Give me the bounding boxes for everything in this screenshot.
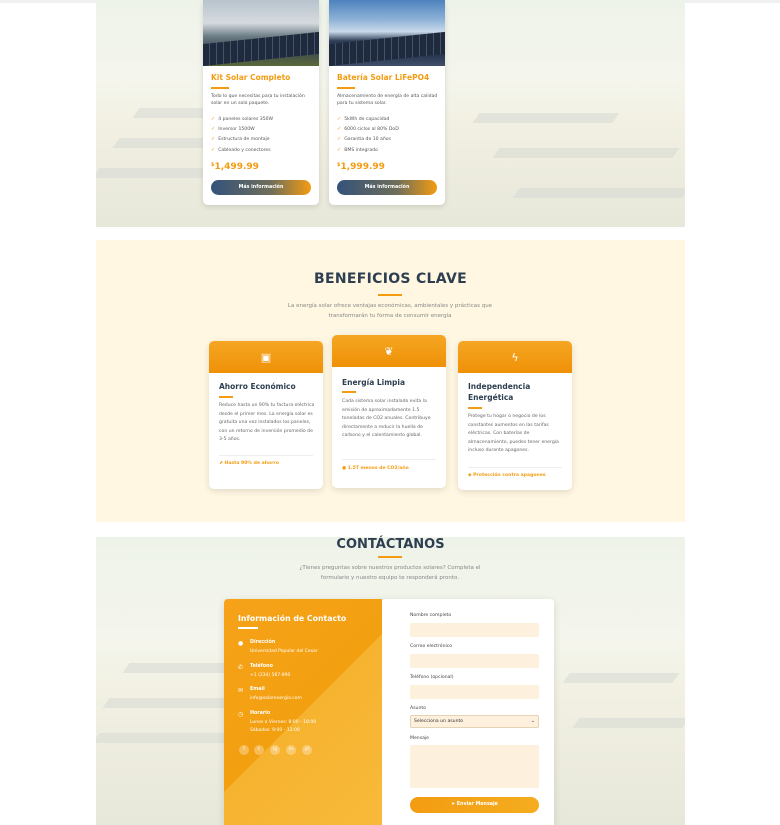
section-title: BENEFICIOS CLAVE	[314, 271, 467, 287]
contact-info-title: Información de Contacto	[238, 614, 347, 623]
check-icon: ✓	[211, 146, 216, 153]
check-icon: ✓	[211, 116, 216, 122]
divider	[468, 467, 562, 468]
leaf-icon: ❦	[384, 344, 394, 358]
page: Kit Solar Completo Todo lo que necesitas…	[0, 0, 780, 825]
feature-item: ✓ BMS integrado	[337, 146, 378, 153]
name-input[interactable]	[410, 623, 539, 637]
bolt-icon: ϟ	[511, 350, 519, 364]
benefit-footer: ● 1.5T menos de CO2/año	[342, 466, 409, 471]
title-underline	[342, 391, 356, 393]
message-textarea[interactable]	[410, 745, 539, 788]
shield-icon: ◆	[468, 473, 472, 478]
chevron-down-icon: ⌄	[530, 718, 535, 724]
title-underline	[219, 396, 233, 398]
product-title: Kit Solar Completo	[211, 73, 291, 82]
title-underline	[211, 87, 229, 89]
product-description: Todo lo que necesitas para tu instalació…	[211, 94, 305, 106]
message-label: Mensaje	[410, 736, 430, 741]
section-subtitle: La energía solar ofrece ventajas económi…	[287, 303, 493, 319]
chart-icon: ⬈	[219, 461, 223, 466]
contact-box: Información de Contacto ● Dirección Univ…	[224, 599, 554, 825]
more-info-button[interactable]: Más información	[211, 180, 311, 195]
phone-input[interactable]	[410, 685, 539, 699]
send-icon: ➤	[451, 802, 456, 807]
benefit-text: Protege tu hogar o negocio de los consta…	[468, 414, 559, 453]
title-underline	[378, 294, 402, 296]
linkedin-icon[interactable]: in	[286, 745, 296, 755]
subject-value: Selecciona un asunto	[414, 719, 464, 724]
title-underline	[468, 407, 482, 409]
email-label: Correo electrónico	[410, 644, 453, 649]
benefit-card: ▣ Ahorro Económico Reduce hasta un 90% t…	[209, 341, 323, 489]
globe-icon: ●	[342, 466, 347, 471]
title-underline	[337, 87, 355, 89]
section-subtitle: ¿Tienes preguntas sobre nuestros product…	[299, 565, 481, 581]
product-image	[329, 0, 445, 66]
subject-label: Asunto	[410, 706, 426, 711]
feature-item: ✓ Cableado y conectores	[211, 146, 271, 153]
benefit-header: ϟ	[458, 341, 572, 373]
email-input[interactable]	[410, 654, 539, 668]
check-icon: ✓	[337, 136, 342, 143]
check-icon: ✓	[337, 116, 342, 122]
title-underline	[238, 627, 258, 629]
feature-item: ✓ Estructura de montaje	[211, 136, 270, 143]
map-pin-icon: ●	[238, 640, 244, 647]
twitter-icon[interactable]: t	[254, 745, 264, 755]
phone-icon: ✆	[238, 664, 244, 671]
benefit-footer: ◆ Protección contra apagones	[468, 473, 546, 478]
product-price: $1,499.99	[211, 162, 259, 172]
contact-info-panel: Información de Contacto ● Dirección Univ…	[224, 599, 382, 825]
product-card: Batería Solar LiFePO4 Almacenamiento de …	[329, 0, 445, 205]
benefit-header: ▣	[209, 341, 323, 373]
divider	[342, 459, 436, 460]
title-underline	[378, 556, 402, 558]
divider	[219, 455, 313, 456]
benefit-card: ϟ Independencia Energética Protege tu ho…	[458, 341, 572, 490]
product-title: Batería Solar LiFePO4	[337, 73, 430, 82]
product-price: $1,999.99	[337, 162, 385, 172]
send-message-button[interactable]: ➤ Enviar Mensaje	[410, 797, 539, 813]
feature-item: ✓ 5kWh de capacidad	[337, 116, 390, 122]
product-image	[203, 0, 319, 66]
benefit-footer: ⬈ Hasta 90% de ahorro	[219, 461, 279, 466]
youtube-icon[interactable]: yt	[302, 745, 312, 755]
check-icon: ✓	[337, 126, 342, 133]
feature-item: ✓ Inversor 1500W	[211, 126, 255, 133]
product-description: Almacenamiento de energía de alta calida…	[337, 94, 438, 106]
product-card: Kit Solar Completo Todo lo que necesitas…	[203, 0, 319, 205]
instagram-icon[interactable]: ig	[270, 745, 280, 755]
check-icon: ✓	[211, 126, 216, 133]
feature-item: ✓ Garantía de 10 años	[337, 136, 391, 143]
envelope-icon: ✉	[238, 687, 244, 694]
clock-icon: ◷	[238, 711, 244, 718]
check-icon: ✓	[211, 136, 216, 143]
benefit-title: Ahorro Económico	[219, 382, 296, 391]
more-info-button[interactable]: Más información	[337, 180, 437, 195]
benefit-title: Energía Limpia	[342, 378, 406, 387]
benefit-title: Independencia Energética	[468, 382, 531, 402]
name-label: Nombre completo	[410, 613, 452, 618]
benefit-text: Reduce hasta un 90% tu factura eléctrica…	[219, 403, 315, 442]
benefit-text: Cada sistema solar instalado evita la em…	[342, 399, 431, 438]
feature-item: ✓ 6000 ciclos al 80% DoD	[337, 126, 399, 133]
feature-list: ✓ 4 paneles solares 350W ✓ Inversor 1500W …	[211, 114, 273, 155]
phone-label: Teléfono (opcional)	[410, 675, 454, 680]
feature-list: ✓ 5kWh de capacidad ✓ 6000 ciclos al 80% D…	[337, 114, 399, 155]
benefit-card: ❦ Energía Limpia Cada sistema solar inst…	[332, 335, 446, 488]
subject-select[interactable]: Selecciona un asunto ⌄	[410, 715, 539, 728]
section-title: CONTÁCTANOS	[336, 537, 445, 552]
benefit-header: ❦	[332, 335, 446, 367]
check-icon: ✓	[337, 146, 342, 153]
feature-item: ✓ 4 paneles solares 350W	[211, 116, 274, 122]
facebook-icon[interactable]: f	[239, 745, 249, 755]
money-icon: ▣	[260, 350, 272, 364]
